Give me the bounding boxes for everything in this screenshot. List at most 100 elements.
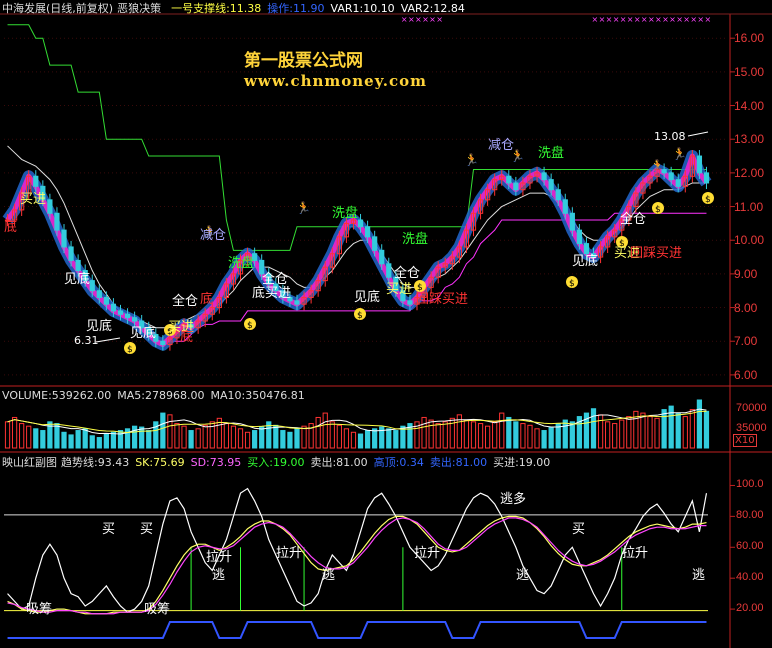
price-annotation: 回踩买进 [416, 292, 469, 307]
osc-label: 100.0 [736, 478, 764, 491]
price-label: 11.00 [734, 199, 764, 214]
volume-bar [181, 425, 187, 449]
price-label: 7.00 [734, 334, 758, 349]
candle-body [696, 155, 703, 174]
volume-bar [372, 428, 378, 449]
top-marker: × [599, 15, 606, 24]
volume-bar [117, 430, 124, 449]
osc-annotation: 逃多 [500, 492, 527, 507]
volume-bar [167, 414, 173, 449]
price-annotation: 底 [4, 220, 18, 235]
volume-bar [223, 423, 230, 449]
top-marker: × [648, 15, 655, 24]
price-annotation: 买进 [20, 192, 47, 207]
volume-bar [612, 423, 618, 449]
osc-sd: SD:73.95 [190, 456, 242, 469]
top-marker: × [669, 15, 676, 24]
volume-bar [661, 409, 667, 449]
volume-bar [82, 428, 88, 449]
osc-annotation: 逃 [692, 568, 706, 583]
volume-bar [393, 430, 399, 449]
volume-bar [103, 433, 109, 449]
volume-bar [590, 408, 597, 449]
volume-header: VOLUME:539262.00 MA5:278968.00 MA10:350476… [2, 389, 311, 403]
volume-bar [647, 416, 653, 449]
osc-annotation: 逃 [322, 568, 336, 583]
candle-body [513, 182, 519, 191]
volume-bar [131, 425, 138, 449]
volume-unit: X10 [733, 434, 757, 447]
price-label: 6.00 [734, 367, 758, 382]
volume-bar [294, 428, 300, 449]
volume-ma5-line [7, 408, 707, 435]
top-marker: × [613, 15, 620, 24]
volume-bar [506, 416, 512, 449]
volume-bar [11, 416, 18, 449]
volume-bar [619, 419, 625, 449]
top-marker: × [690, 15, 697, 24]
volume-bar [513, 421, 519, 449]
price-annotation: 洗盘 [228, 256, 255, 271]
runner-icon: 🏃 [650, 159, 665, 173]
price-annotation: 洗盘 [332, 206, 359, 221]
volume-bar [259, 426, 265, 449]
price-annotation: 见底 [130, 326, 157, 341]
candle-body [68, 246, 74, 261]
candle-body [541, 172, 547, 181]
var2-value: VAR2:12.84 [400, 2, 465, 15]
osc-peak: 高顶:0.34 [373, 456, 424, 469]
top-marker: × [641, 15, 648, 24]
volume-bar [237, 428, 244, 449]
volume-bar [33, 428, 39, 449]
volume-ma10: MA10:350476.81 [210, 389, 305, 402]
osc-annotation: 拉升 [622, 546, 649, 561]
volume-bar [597, 414, 604, 449]
top-marker: × [592, 15, 599, 24]
volume-bar [273, 424, 279, 449]
osc-label: 60.00 [736, 540, 764, 553]
volume-bar [4, 421, 11, 449]
volume-bar [534, 428, 540, 449]
candle-body [576, 229, 583, 245]
volume-bar [322, 412, 328, 449]
osc-annotation: 买 [572, 522, 586, 537]
price-annotation: 全仓 [172, 294, 199, 309]
osc-annotation: 拉升 [414, 546, 441, 561]
price-annotation: 洗盘 [402, 232, 429, 247]
high-price-marker: 13.08 [654, 130, 686, 143]
top-marker: × [634, 15, 641, 24]
volume-bar [195, 428, 201, 449]
volume-bar [139, 426, 145, 449]
candle-body [364, 226, 371, 238]
candle-body [96, 290, 102, 298]
volume-bar [110, 431, 117, 449]
price-label: 16.00 [734, 31, 765, 46]
candle-body [675, 179, 681, 187]
price-annotation: 减仓 [200, 228, 227, 243]
volume-bar [484, 425, 491, 449]
volume-bar [54, 423, 60, 449]
osc-step-line [7, 621, 707, 639]
volume-bar [357, 433, 364, 449]
volume-bar [470, 421, 477, 449]
volume-bar [301, 425, 307, 449]
volume-bar [689, 409, 695, 449]
volume-bar [188, 430, 194, 449]
price-annotation: 减仓 [488, 138, 515, 153]
osc-annotation: 拉升 [276, 546, 303, 561]
volume-bar [520, 423, 526, 449]
top-marker: × [655, 15, 662, 24]
top-marker: × [408, 15, 415, 24]
volume-bar [527, 424, 533, 449]
volume-bar [562, 419, 568, 449]
price-annotation: 全仓 [620, 212, 647, 227]
osc-trend: 趋势线:93.43 [61, 456, 130, 469]
price-label: 12.00 [734, 165, 765, 180]
osc-annotation: 吸筹 [26, 602, 53, 617]
price-annotation: 底 [200, 292, 214, 307]
volume-ma5: MA5:278968.00 [117, 389, 205, 402]
volume-bar [19, 423, 25, 449]
osc-buy: 买入:19.00 [247, 456, 305, 469]
volume-bar [244, 431, 251, 449]
top-marker: × [662, 15, 669, 24]
